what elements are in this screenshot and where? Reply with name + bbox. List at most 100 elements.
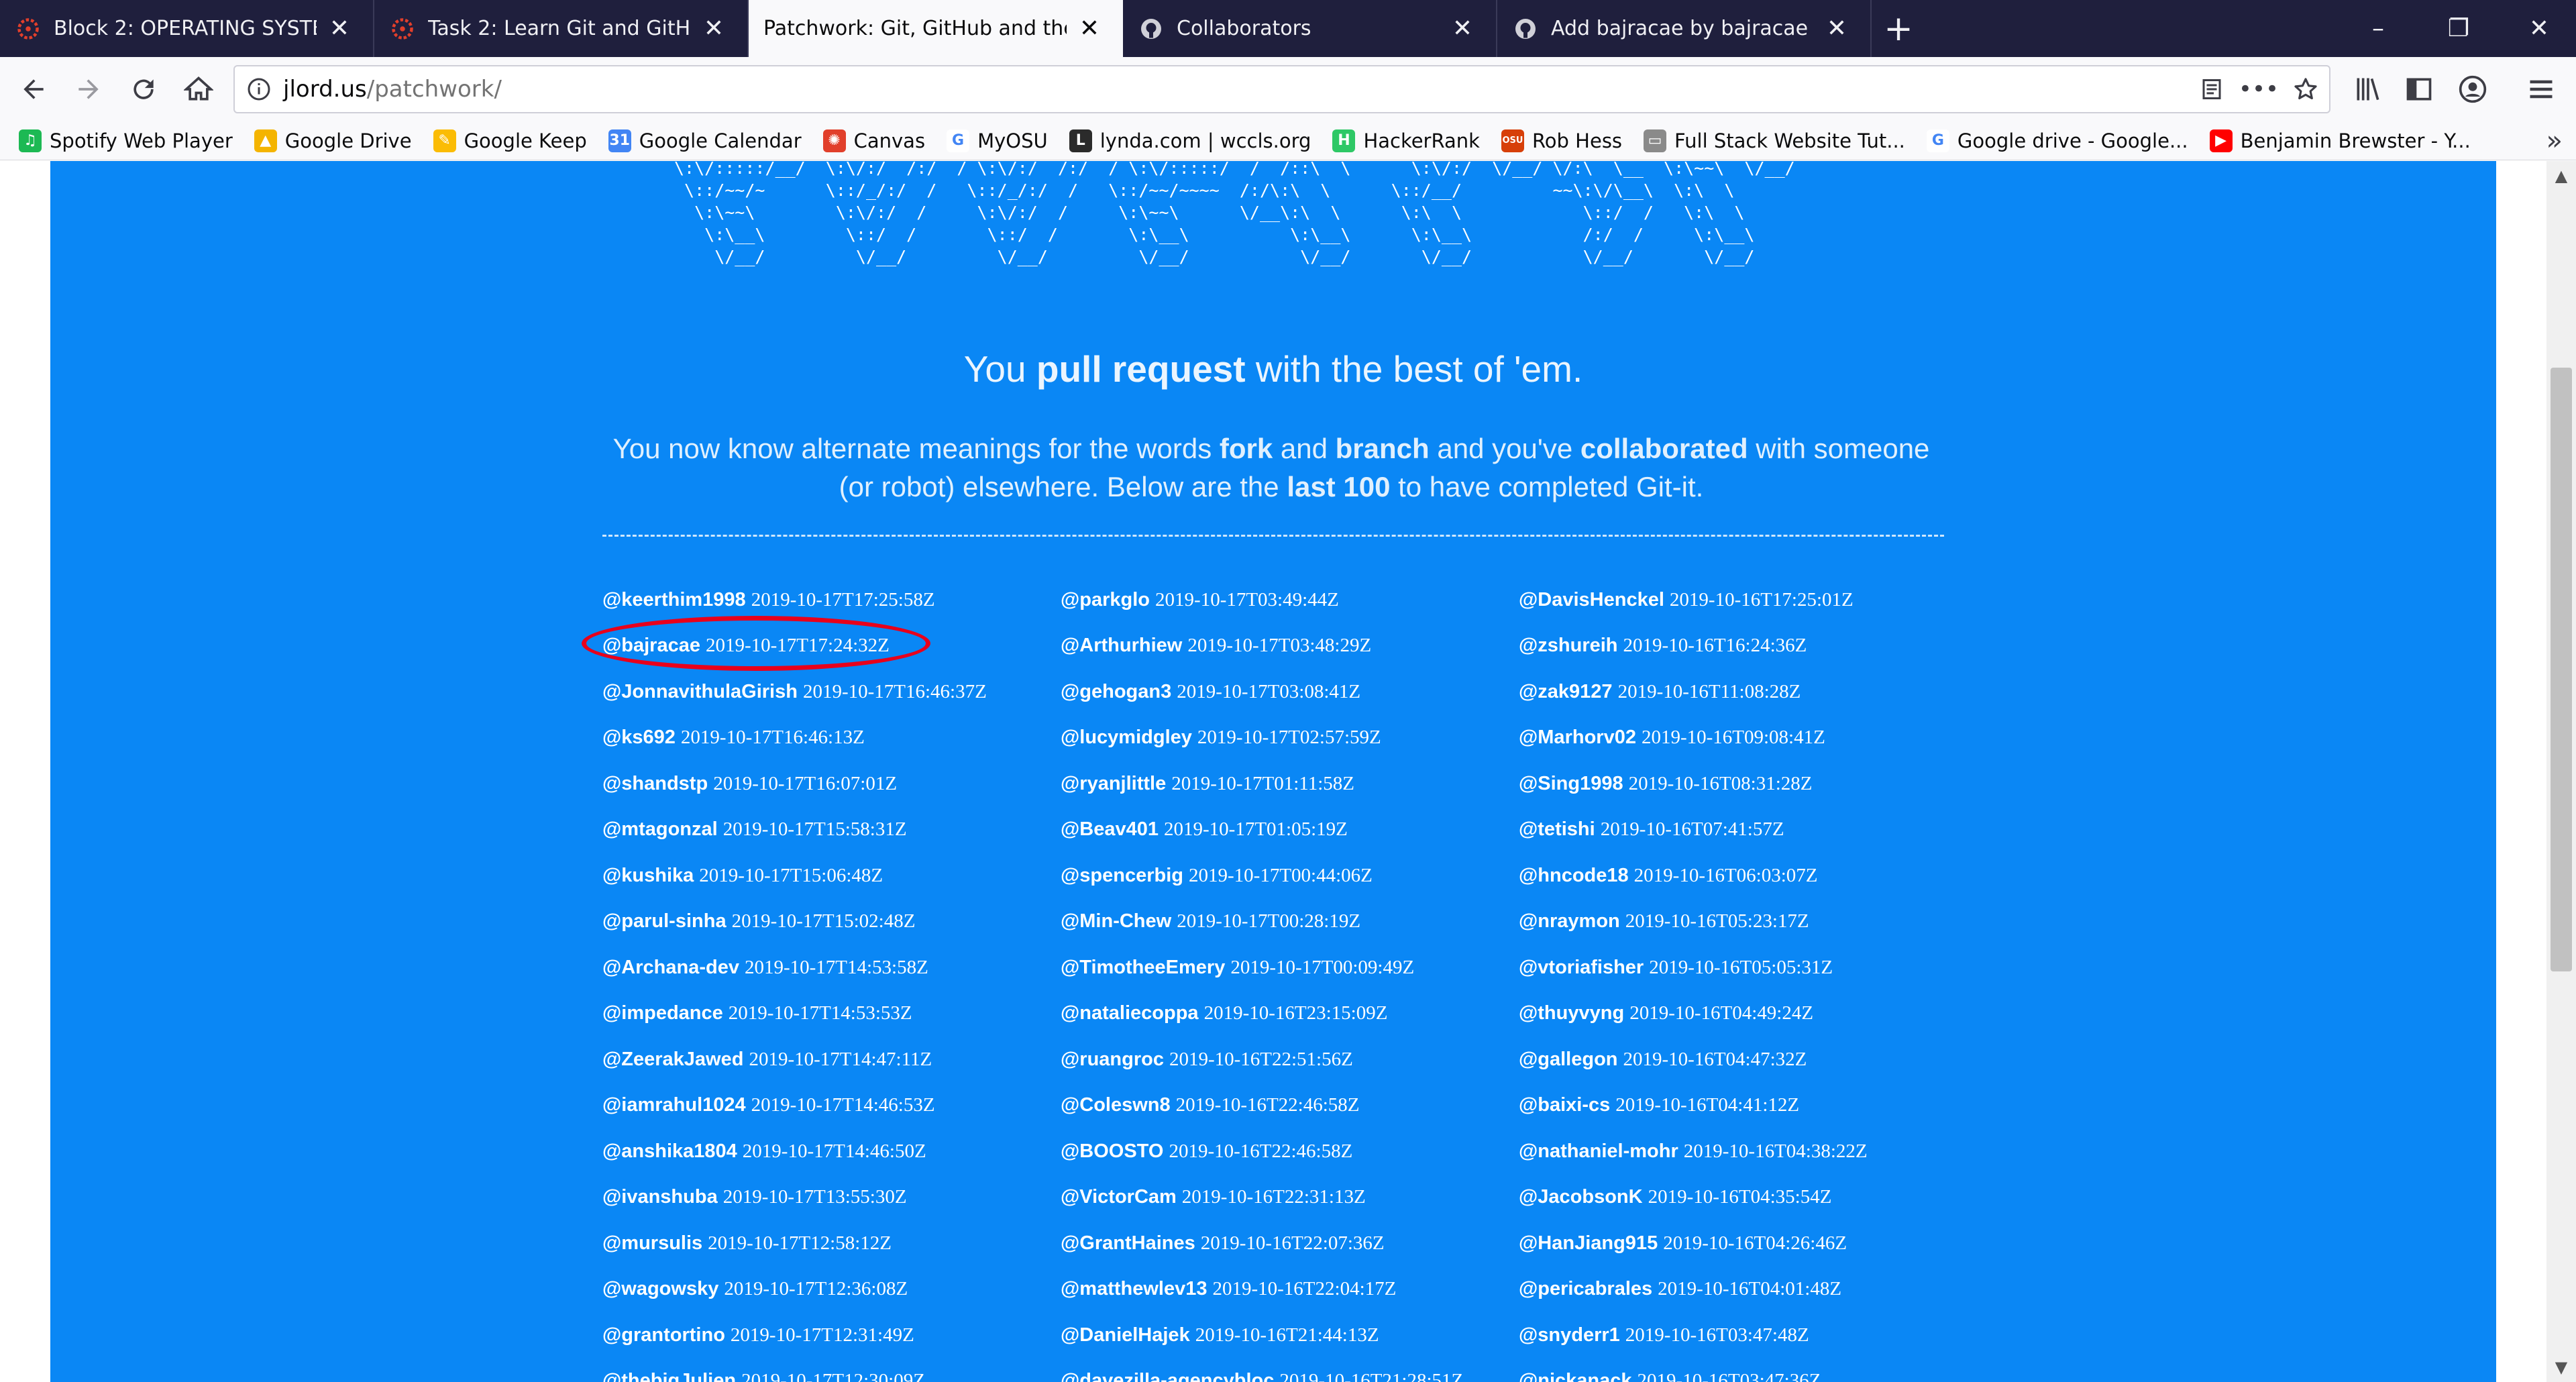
browser-tab[interactable]: Collaborators ✕ bbox=[1123, 0, 1497, 57]
close-tab-icon[interactable]: ✕ bbox=[700, 15, 727, 42]
contributor-username-link[interactable]: @pericabrales bbox=[1519, 1278, 1652, 1300]
contributor-username-link[interactable]: @matthewlev13 bbox=[1061, 1278, 1207, 1300]
address-bar[interactable]: jlord.us/patchwork/ ••• bbox=[233, 65, 2330, 113]
reload-button[interactable] bbox=[119, 65, 168, 113]
bookmark-item[interactable]: ✎ Google Keep bbox=[433, 129, 587, 152]
contributor-username-link[interactable]: @JonnavithulaGirish bbox=[602, 681, 798, 703]
contributor-username-link[interactable]: @DavisHenckel bbox=[1519, 589, 1664, 611]
contributor-username-link[interactable]: @ks692 bbox=[602, 727, 676, 749]
contributor-username-link[interactable]: @davezilla-agencybloc bbox=[1061, 1370, 1274, 1382]
contributor-username-link[interactable]: @spencerbig bbox=[1061, 865, 1183, 887]
vertical-scrollbar[interactable]: ▲ ▼ bbox=[2546, 161, 2576, 1382]
contributor-username-link[interactable]: @BOOSTO bbox=[1061, 1140, 1163, 1163]
contributor-username-link[interactable]: @zak9127 bbox=[1519, 681, 1613, 703]
close-tab-icon[interactable]: ✕ bbox=[1076, 15, 1103, 42]
site-info-icon[interactable] bbox=[235, 77, 283, 101]
contributor-username-link[interactable]: @TimotheeEmery bbox=[1061, 957, 1225, 979]
contributor-username-link[interactable]: @wagowsky bbox=[602, 1278, 718, 1300]
contribution-timestamp: 2019-10-16T04:35:54Z bbox=[1648, 1186, 1832, 1208]
contributor-username-link[interactable]: @gallegon bbox=[1519, 1049, 1618, 1071]
contributor-username-link[interactable]: @HanJiang915 bbox=[1519, 1232, 1658, 1255]
contributor-username-link[interactable]: @anshika1804 bbox=[602, 1140, 737, 1163]
contributor-username-link[interactable]: @ryanjlittle bbox=[1061, 773, 1166, 795]
bookmark-item[interactable]: 31 Google Calendar bbox=[608, 129, 802, 152]
contributor-username-link[interactable]: @vtoriafisher bbox=[1519, 957, 1644, 979]
contributor-username-link[interactable]: @Beav401 bbox=[1061, 818, 1159, 841]
new-tab-button[interactable]: + bbox=[1872, 0, 1925, 57]
url-text[interactable]: jlord.us/patchwork/ bbox=[283, 76, 2188, 103]
contributor-username-link[interactable]: @lucymidgley bbox=[1061, 727, 1192, 749]
account-button[interactable] bbox=[2449, 65, 2497, 113]
contributor-username-link[interactable]: @Archana-dev bbox=[602, 957, 739, 979]
bookmark-item[interactable]: ✺ Canvas bbox=[822, 129, 925, 152]
contributor-username-link[interactable]: @baixi-cs bbox=[1519, 1094, 1610, 1116]
bookmark-item[interactable]: ▲ Google Drive bbox=[254, 129, 412, 152]
bookmark-star-icon[interactable] bbox=[2282, 76, 2329, 102]
browser-tab[interactable]: Patchwork: Git, GitHub and the Pur ✕ bbox=[749, 0, 1123, 57]
contributor-username-link[interactable]: @nataliecoppa bbox=[1061, 1002, 1199, 1024]
contributor-username-link[interactable]: @mursulis bbox=[602, 1232, 702, 1255]
contributor-username-link[interactable]: @tetishi bbox=[1519, 818, 1595, 841]
close-tab-icon[interactable]: ✕ bbox=[326, 15, 353, 42]
contributor-username-link[interactable]: @Sing1998 bbox=[1519, 773, 1623, 795]
browser-tab[interactable]: Add bajracae by bajracae · Pull ✕ bbox=[1497, 0, 1872, 57]
scrollbar-thumb[interactable] bbox=[2551, 368, 2572, 971]
bookmark-item[interactable]: H HackerRank bbox=[1332, 129, 1480, 152]
forward-button[interactable] bbox=[64, 65, 113, 113]
contributor-username-link[interactable]: @snyderr1 bbox=[1519, 1324, 1620, 1346]
sidebar-button[interactable] bbox=[2395, 65, 2443, 113]
menu-button[interactable] bbox=[2517, 65, 2565, 113]
contributor-username-link[interactable]: @mtagonzal bbox=[602, 818, 718, 841]
contributor-username-link[interactable]: @parul-sinha bbox=[602, 910, 727, 933]
bookmark-item[interactable]: ▶ Benjamin Brewster - Y... bbox=[2209, 129, 2471, 152]
contributor-username-link[interactable]: @nickanack bbox=[1519, 1370, 1632, 1382]
contributor-username-link[interactable]: @GrantHaines bbox=[1061, 1232, 1195, 1255]
contributor-username-link[interactable]: @thebigJulien bbox=[602, 1370, 736, 1382]
contributor-username-link[interactable]: @ruangroc bbox=[1061, 1049, 1164, 1071]
contributor-username-link[interactable]: @gehogan3 bbox=[1061, 681, 1171, 703]
contributor-username-link[interactable]: @nraymon bbox=[1519, 910, 1620, 933]
contributor-username-link[interactable]: @Coleswn8 bbox=[1061, 1094, 1171, 1116]
reader-view-icon[interactable] bbox=[2188, 77, 2235, 101]
bookmarks-overflow-chevron-icon[interactable]: » bbox=[2546, 121, 2563, 160]
contributor-username-link[interactable]: @hncode18 bbox=[1519, 865, 1629, 887]
close-tab-icon[interactable]: ✕ bbox=[1449, 15, 1476, 42]
browser-tab[interactable]: Block 2: OPERATING SYSTEMS | ✕ bbox=[0, 0, 374, 57]
contributor-username-link[interactable]: @JacobsonK bbox=[1519, 1186, 1643, 1208]
back-button[interactable] bbox=[9, 65, 58, 113]
browser-tab[interactable]: Task 2: Learn Git and GitHub wi ✕ bbox=[374, 0, 749, 57]
bookmark-item[interactable]: OSU Rob Hess bbox=[1501, 129, 1622, 152]
contributor-username-link[interactable]: @grantortino bbox=[602, 1324, 725, 1346]
contributor-username-link[interactable]: @DanielHajek bbox=[1061, 1324, 1190, 1346]
contributor-username-link[interactable]: @VictorCam bbox=[1061, 1186, 1177, 1208]
bookmark-favicon-icon: ▶ bbox=[2209, 129, 2233, 152]
contributor-username-link[interactable]: @impedance bbox=[602, 1002, 723, 1024]
contributor-username-link[interactable]: @shandstp bbox=[602, 773, 708, 795]
page-actions-icon[interactable]: ••• bbox=[2235, 76, 2282, 103]
contributor-username-link[interactable]: @Marhorv02 bbox=[1519, 727, 1636, 749]
contributor-username-link[interactable]: @parkglo bbox=[1061, 589, 1150, 611]
contributor-username-link[interactable]: @ivanshuba bbox=[602, 1186, 718, 1208]
contributor-username-link[interactable]: @ZeerakJawed bbox=[602, 1049, 743, 1071]
contributor-username-link[interactable]: @kushika bbox=[602, 865, 694, 887]
home-button[interactable] bbox=[174, 65, 223, 113]
bookmark-item[interactable]: ▭ Full Stack Website Tut... bbox=[1644, 129, 1905, 152]
contributor-username-link[interactable]: @Min-Chew bbox=[1061, 910, 1171, 933]
contributor-username-link[interactable]: @zshureih bbox=[1519, 635, 1618, 657]
scroll-up-arrow-icon[interactable]: ▲ bbox=[2546, 161, 2576, 191]
bookmark-item[interactable]: Llynda.com | wccls.org bbox=[1069, 129, 1311, 152]
bookmark-item[interactable]: G MyOSU bbox=[947, 129, 1048, 152]
bookmark-item[interactable]: G Google drive - Google... bbox=[1926, 129, 2188, 152]
contributor-username-link[interactable]: @bajracae bbox=[602, 635, 700, 657]
subtitle-emphasis-branch: branch bbox=[1335, 433, 1430, 464]
close-window-button[interactable]: ✕ bbox=[2489, 0, 2576, 57]
close-tab-icon[interactable]: ✕ bbox=[1823, 15, 1850, 42]
bookmark-item[interactable]: ♫ Spotify Web Player bbox=[19, 129, 233, 152]
contributor-username-link[interactable]: @nathaniel-mohr bbox=[1519, 1140, 1678, 1163]
scroll-down-arrow-icon[interactable]: ▼ bbox=[2546, 1352, 2576, 1382]
library-button[interactable] bbox=[2344, 65, 2392, 113]
contributor-username-link[interactable]: @iamrahul1024 bbox=[602, 1094, 746, 1116]
contributor-username-link[interactable]: @Arthurhiew bbox=[1061, 635, 1182, 657]
contributor-username-link[interactable]: @keerthim1998 bbox=[602, 589, 746, 611]
contributor-username-link[interactable]: @thuyvyng bbox=[1519, 1002, 1624, 1024]
